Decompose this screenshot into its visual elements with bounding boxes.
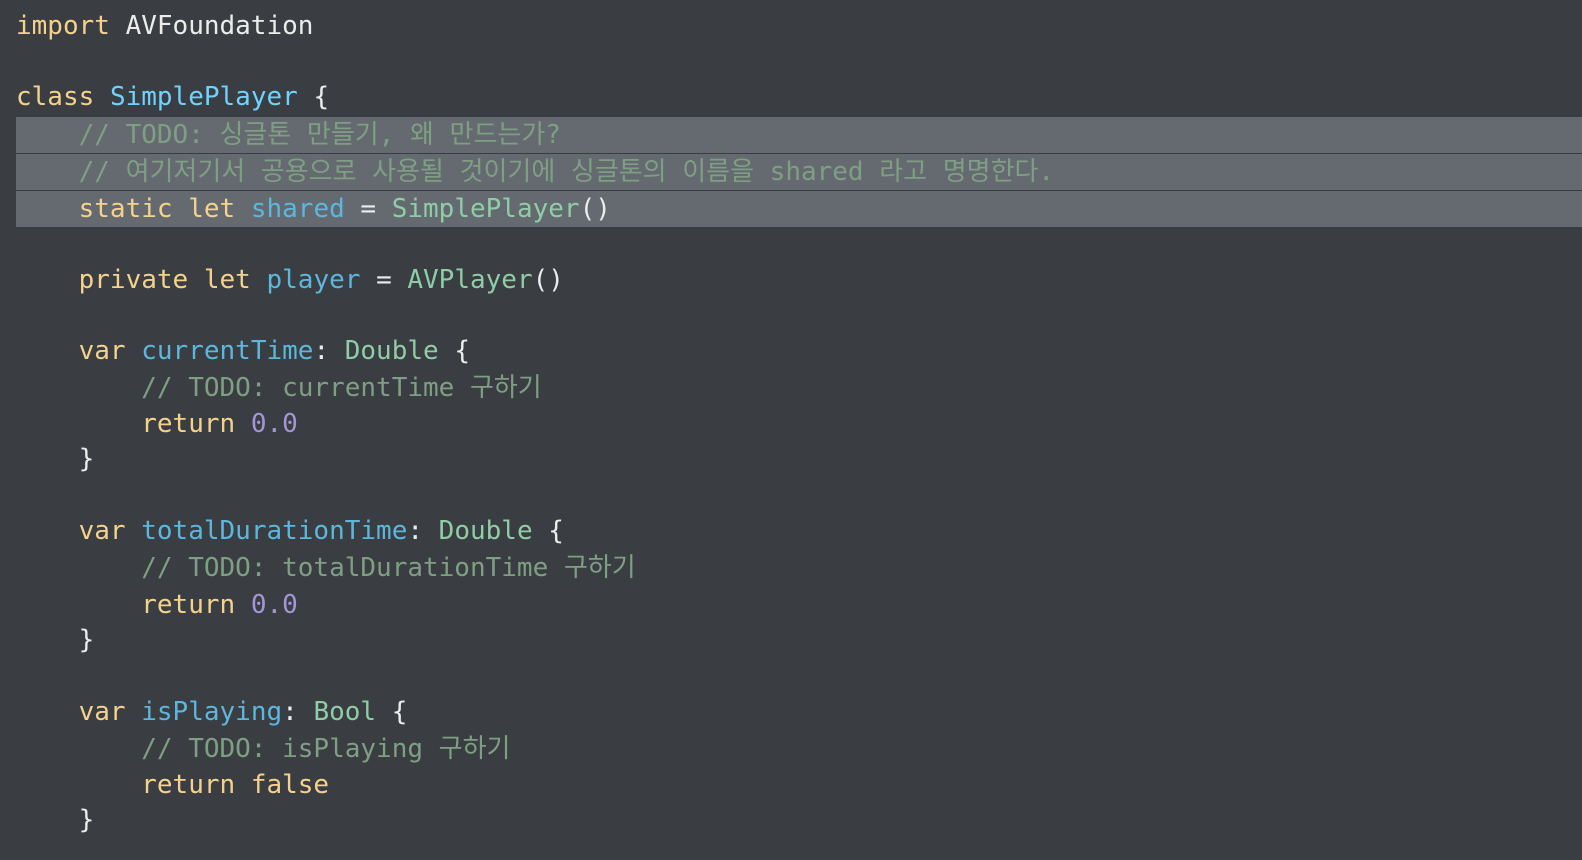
identifier: currentTime (141, 336, 314, 366)
code-line[interactable]: class SimplePlayer { (0, 79, 1582, 115)
keyword: return (141, 590, 236, 620)
comment: // TODO: currentTime 구하기 (141, 373, 542, 403)
code-line[interactable]: private let player = AVPlayer() (0, 262, 1582, 298)
code-line-selected[interactable]: static let shared = SimplePlayer() (16, 191, 1582, 227)
code-line[interactable]: } (0, 802, 1582, 838)
identifier: player (266, 265, 361, 295)
keyword: var (78, 697, 126, 727)
brace: { (391, 697, 408, 727)
class-ref: AVPlayer (407, 265, 533, 295)
comment: // 여기저기서 공용으로 사용될 것이기에 싱글톤의 이름을 shared 라… (78, 157, 1055, 187)
keyword: let (188, 194, 236, 224)
keyword: return (141, 409, 236, 439)
code-line[interactable]: return 0.0 (0, 406, 1582, 442)
keyword: import (16, 11, 110, 41)
code-line[interactable]: var totalDurationTime: Double { (0, 513, 1582, 549)
keyword: static (78, 194, 173, 224)
number-literal: 0.0 (250, 409, 298, 439)
colon: : (407, 516, 424, 546)
brace: { (313, 82, 330, 112)
keyword: return (141, 770, 236, 800)
code-line[interactable]: var currentTime: Double { (0, 333, 1582, 369)
parens: () (579, 194, 611, 224)
comment: // TODO: isPlaying 구하기 (141, 734, 511, 764)
code-line[interactable]: var isPlaying: Bool { (0, 694, 1582, 730)
brace: } (78, 805, 95, 835)
keyword: var (78, 516, 126, 546)
type-ref: Double (438, 516, 533, 546)
operator: = (360, 194, 377, 224)
colon: : (313, 336, 330, 366)
colon: : (282, 697, 298, 727)
comment: // TODO: 싱글톤 만들기, 왜 만드는가? (78, 120, 561, 150)
code-line[interactable]: // TODO: totalDurationTime 구하기 (0, 550, 1582, 586)
code-line[interactable]: import AVFoundation (0, 8, 1582, 44)
code-line[interactable]: return 0.0 (0, 587, 1582, 623)
code-line[interactable]: } (0, 622, 1582, 658)
boolean-literal: false (250, 770, 330, 800)
identifier: shared (250, 194, 345, 224)
type-ref: Double (344, 336, 439, 366)
parens: () (532, 265, 564, 295)
comment: // TODO: totalDurationTime 구하기 (141, 553, 636, 583)
code-line[interactable]: // TODO: isPlaying 구하기 (0, 731, 1582, 767)
type-ref: Bool (313, 697, 377, 727)
operator: = (376, 265, 392, 295)
code-line[interactable]: // TODO: currentTime 구하기 (0, 370, 1582, 406)
brace: { (454, 336, 470, 366)
number-literal: 0.0 (250, 590, 298, 620)
keyword: let (203, 265, 251, 295)
code-line[interactable]: return false (0, 767, 1582, 803)
brace: { (548, 516, 564, 546)
identifier: totalDurationTime (141, 516, 408, 546)
class-ref: SimplePlayer (391, 194, 580, 224)
class-name: SimplePlayer (109, 82, 298, 112)
code-line-selected[interactable]: // TODO: 싱글톤 만들기, 왜 만드는가? (16, 117, 1582, 153)
keyword: var (78, 336, 126, 366)
code-line[interactable]: } (0, 441, 1582, 477)
identifier: isPlaying (141, 697, 283, 727)
brace: } (78, 625, 95, 655)
code-editor[interactable]: import AVFoundation class SimplePlayer {… (0, 0, 1582, 860)
keyword: private (78, 265, 189, 295)
brace: } (78, 444, 95, 474)
module-name: AVFoundation (125, 11, 314, 41)
code-line-selected[interactable]: // 여기저기서 공용으로 사용될 것이기에 싱글톤의 이름을 shared 라… (16, 154, 1582, 190)
keyword: class (16, 82, 95, 112)
